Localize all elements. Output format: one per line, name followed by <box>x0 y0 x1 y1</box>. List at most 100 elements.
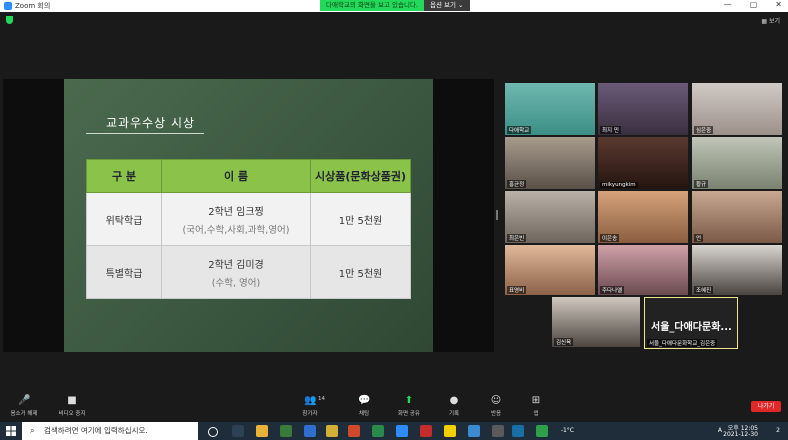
app-title: Zoom 회의 <box>4 1 50 11</box>
weather-text: -1°C <box>560 427 574 434</box>
minimize-button[interactable]: — <box>724 0 732 9</box>
chat-icon: 💬 <box>358 395 371 406</box>
participant-name: 표영비 <box>507 286 527 294</box>
zoom-logo-icon <box>4 2 12 10</box>
participant-name: 서울_다애다문화학교_김은중 <box>647 339 718 347</box>
title-underline <box>86 133 204 134</box>
video-label: 비디오 중지 <box>58 411 86 417</box>
apps-button[interactable]: ⊞ 앱 <box>526 395 546 418</box>
participant-tile[interactable]: mikyungkim <box>598 137 688 189</box>
record-label: 기록 <box>448 411 460 417</box>
input-language[interactable]: A <box>718 427 722 434</box>
speaker-display-name: 서울_다애다문화... <box>651 322 732 333</box>
app-icon[interactable] <box>512 425 524 437</box>
app-icon[interactable] <box>492 425 504 437</box>
row-prize: 1만 5천원 <box>310 192 411 246</box>
participant-tile[interactable]: 이은송 <box>598 191 688 243</box>
view-button[interactable]: ▦ 보기 <box>761 16 780 25</box>
app-icon[interactable] <box>468 425 480 437</box>
row-name-cell: 2학년 임크찡 (국어,수학,사회,과학,영어) <box>161 192 311 246</box>
windows-start-icon[interactable] <box>6 426 16 436</box>
leave-button[interactable]: 나가기 <box>751 401 781 412</box>
participant-name: 황규 <box>694 180 709 188</box>
participant-tile[interactable]: 김신육 <box>552 297 640 347</box>
video-button[interactable]: ■ 비디오 중지 <box>54 395 90 418</box>
screen-share-banner: 다애학교의 화면을 보고 있습니다. 옵션 보기 ⌄ <box>320 0 470 11</box>
powerpoint-icon[interactable] <box>348 425 360 437</box>
share-label: 화면 공유 <box>398 411 420 417</box>
participant-name: 김신육 <box>554 338 574 346</box>
participant-name: 최지 민 <box>600 126 621 134</box>
reactions-icon: ☺ <box>490 395 502 406</box>
app-icon[interactable] <box>326 425 338 437</box>
slide-title: 교과우수상 시상 <box>106 116 196 130</box>
reactions-button[interactable]: ☺ 반응 <box>484 395 508 418</box>
record-button[interactable]: ● 기록 <box>442 396 466 418</box>
security-shield-icon[interactable] <box>6 16 13 24</box>
notification-count[interactable]: 2 <box>776 427 780 434</box>
header-prize: 시상품(문화상품권) <box>310 159 411 193</box>
cortana-icon[interactable] <box>208 427 218 437</box>
apps-icon: ⊞ <box>531 395 541 406</box>
participants-icon: 👥 <box>304 395 317 406</box>
task-view-icon[interactable] <box>232 425 244 437</box>
file-explorer-icon[interactable] <box>256 425 268 437</box>
row-subjects: (수학, 영어) <box>211 277 261 289</box>
participant-tile[interactable]: 최지 민 <box>598 83 688 135</box>
mute-label: 음소거 해제 <box>10 411 38 417</box>
participant-name: 심은중 <box>694 126 714 134</box>
view-options-button[interactable]: 옵션 보기 ⌄ <box>424 0 470 11</box>
video-camera-icon: ■ <box>67 395 77 406</box>
close-button[interactable]: ✕ <box>775 0 782 9</box>
participant-tile[interactable]: 다애학교 <box>505 83 595 135</box>
participant-tile[interactable]: 언 <box>692 191 782 243</box>
mute-button[interactable]: 🎤 음소거 해제 <box>6 395 42 418</box>
participant-tile[interactable]: 황규 <box>692 137 782 189</box>
participant-tile[interactable]: 주다나엘 <box>598 245 688 295</box>
meeting-top-area <box>0 12 788 28</box>
search-icon: ⌕ <box>30 426 35 435</box>
participant-tile[interactable]: 표영비 <box>505 245 595 295</box>
edge-icon[interactable] <box>304 425 316 437</box>
reactions-label: 반응 <box>490 411 502 417</box>
row-name: 2학년 김미경 <box>208 259 264 271</box>
participant-name: 주다나엘 <box>600 286 625 294</box>
excel-icon[interactable] <box>372 425 384 437</box>
participant-name: mikyungkim <box>600 182 638 188</box>
app-icon[interactable] <box>420 425 432 437</box>
kakaotalk-icon[interactable] <box>444 425 456 437</box>
share-message: 다애학교의 화면을 보고 있습니다. <box>320 0 424 11</box>
participant-tile[interactable]: 심은중 <box>692 83 782 135</box>
participant-tile[interactable]: 홍균정 <box>505 137 595 189</box>
presentation-slide: 교과우수상 시상 구 분 이 름 시상품(문화상품권) 위탁학급 2학년 임크찡… <box>64 79 433 352</box>
row-name: 2학년 임크찡 <box>208 206 264 218</box>
header-name: 이 름 <box>161 159 311 193</box>
video-feed <box>692 191 782 243</box>
chat-button[interactable]: 💬 채팅 <box>352 395 376 418</box>
row-subjects: (국어,수학,사회,과학,영어) <box>182 224 290 236</box>
clock-date: 2021-12-30 <box>723 431 758 438</box>
row-name-cell: 2학년 김미경 (수학, 영어) <box>161 245 311 299</box>
award-table: 구 분 이 름 시상품(문화상품권) 위탁학급 2학년 임크찡 (국어,수학,사… <box>86 159 411 299</box>
chrome-icon[interactable] <box>536 425 548 437</box>
participant-name: 최은빈 <box>507 234 527 242</box>
chat-label: 채팅 <box>358 411 370 417</box>
split-drag-handle[interactable] <box>496 210 498 220</box>
active-speaker-tile[interactable]: 서울_다애다문화... 서울_다애다문화학교_김은중 <box>644 297 738 349</box>
participant-name: 이은송 <box>600 234 620 242</box>
share-screen-icon: ⬆ <box>404 395 414 406</box>
table-row: 특별학급 2학년 김미경 (수학, 영어) 1만 5천원 <box>86 245 411 299</box>
participant-tile[interactable]: 최은빈 <box>505 191 595 243</box>
participant-name: 다애학교 <box>507 126 532 134</box>
taskbar-search-box[interactable]: ⌕ 검색하려면 여기에 입력하십시오. <box>22 422 198 440</box>
header-category: 구 분 <box>86 159 162 193</box>
participant-tile[interactable]: 조혜진 <box>692 245 782 295</box>
app-icon[interactable] <box>280 425 292 437</box>
table-row: 위탁학급 2학년 임크찡 (국어,수학,사회,과학,영어) 1만 5천원 <box>86 192 411 246</box>
maximize-button[interactable]: ▢ <box>750 0 758 9</box>
microphone-muted-icon: 🎤 <box>18 395 31 406</box>
zoom-taskbar-icon[interactable] <box>396 425 408 437</box>
search-placeholder: 검색하려면 여기에 입력하십시오. <box>44 426 148 435</box>
share-screen-button[interactable]: ⬆ 화면 공유 <box>393 395 425 418</box>
row-category: 위탁학급 <box>86 192 162 246</box>
